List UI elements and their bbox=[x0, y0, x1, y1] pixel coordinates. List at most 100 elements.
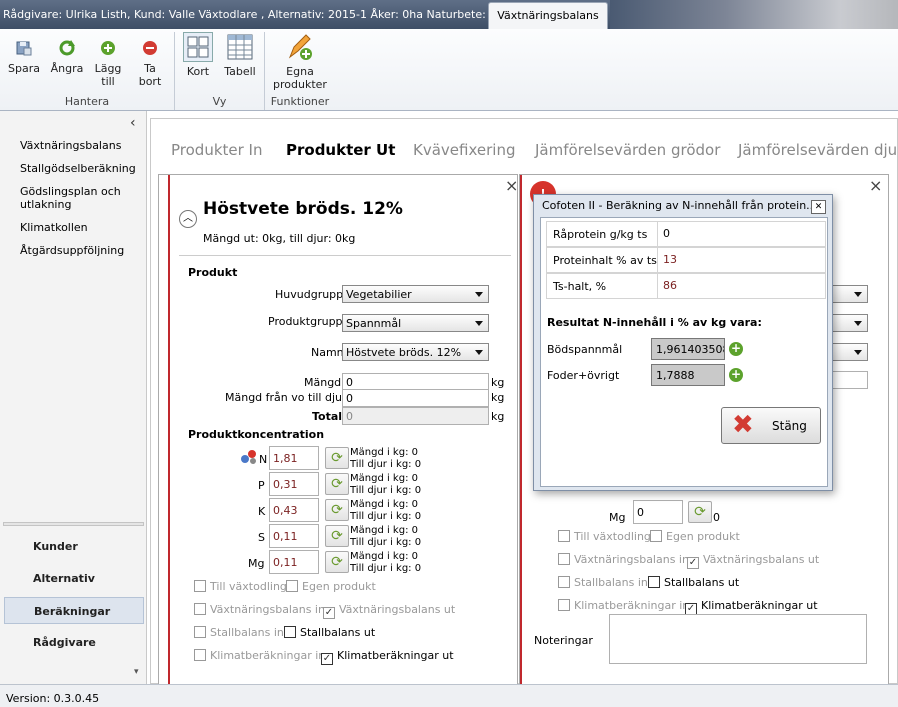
checkbox-box[interactable] bbox=[194, 626, 206, 638]
table-view-icon bbox=[225, 32, 255, 62]
tab-jamforelse-djur[interactable]: Jämförelsevärden djur bbox=[738, 141, 898, 159]
huvudgrupp-select[interactable]: Vegetabilier bbox=[342, 285, 489, 303]
card-view-button[interactable]: Kort bbox=[180, 32, 216, 78]
proteinhalt-input[interactable]: 13 bbox=[657, 248, 827, 272]
checkbox-label: Växtnäringsbalans in bbox=[574, 553, 689, 566]
checkbox-vnb-ut[interactable]: ✓ Växtnäringsbalans ut bbox=[687, 553, 819, 569]
window-tab[interactable]: Växtnäringsbalans bbox=[488, 2, 608, 29]
refresh-icon[interactable]: ⟳ bbox=[325, 447, 349, 469]
ribbon: Spara Ångra Lägg till Ta bort Kort Tabel… bbox=[0, 29, 898, 111]
nutrient-n-amount: Mängd i kg: 0 bbox=[350, 447, 418, 458]
sidebar: ‹ Växtnäringsbalans Stallgödselberäkning… bbox=[0, 111, 147, 684]
nutrient-mg-input[interactable]: 0 bbox=[633, 500, 683, 524]
select-partial[interactable] bbox=[828, 314, 868, 332]
save-button[interactable]: Spara bbox=[6, 37, 42, 75]
checkbox-klimat-ut[interactable]: ✓ Klimatberäkningar ut bbox=[685, 599, 818, 615]
plus-icon[interactable]: + bbox=[729, 342, 743, 356]
checkbox-box[interactable] bbox=[558, 553, 570, 565]
mangd-djur-input[interactable]: 0 bbox=[342, 389, 489, 407]
check-icon[interactable]: ✓ bbox=[321, 653, 333, 665]
checkbox-box[interactable] bbox=[558, 530, 570, 542]
checkbox-box[interactable] bbox=[558, 599, 570, 611]
checkbox-klimat-ut[interactable]: ✓ Klimatberäkningar ut bbox=[321, 649, 454, 665]
plus-icon[interactable]: + bbox=[729, 368, 743, 382]
checkbox-box[interactable] bbox=[194, 580, 206, 592]
card-close-icon[interactable]: × bbox=[505, 176, 518, 195]
refresh-icon[interactable]: ⟳ bbox=[325, 551, 349, 573]
checkbox-klimat-in[interactable]: Klimatberäkningar in bbox=[194, 649, 325, 662]
collapse-chevron-icon[interactable]: ︿ bbox=[179, 210, 197, 228]
input-partial[interactable] bbox=[828, 371, 868, 389]
checkbox-egen-produkt[interactable]: Egen produkt bbox=[286, 580, 376, 593]
checkbox-box[interactable] bbox=[648, 576, 660, 588]
tab-produkter-ut[interactable]: Produkter Ut bbox=[286, 141, 395, 159]
checkbox-box[interactable] bbox=[286, 580, 298, 592]
sidebar-splitter[interactable] bbox=[3, 522, 144, 526]
select-partial[interactable] bbox=[828, 343, 868, 361]
delete-button[interactable]: Ta bort bbox=[132, 37, 168, 88]
refresh-icon[interactable]: ⟳ bbox=[325, 473, 349, 495]
checkbox-vnb-ut[interactable]: ✓ Växtnäringsbalans ut bbox=[323, 603, 455, 619]
sidebar-item-godslingsplan[interactable]: Gödslingsplan och utlakning bbox=[20, 185, 130, 211]
checkbox-vnb-in[interactable]: Växtnäringsbalans in bbox=[194, 603, 325, 616]
card-close-icon[interactable]: × bbox=[869, 176, 882, 195]
raprotein-input[interactable]: 0 bbox=[657, 222, 827, 246]
sidebar-item-klimatkollen[interactable]: Klimatkollen bbox=[20, 221, 88, 234]
sidebar-item-atgardsuppfoljning[interactable]: Åtgärdsuppföljning bbox=[20, 244, 124, 257]
table-view-button[interactable]: Tabell bbox=[222, 32, 258, 78]
close-dialog-button[interactable]: ✖ Stäng bbox=[721, 407, 821, 444]
sidebar-item-vaxtnaringsbalans[interactable]: Växtnäringsbalans bbox=[20, 139, 121, 152]
pencil-add-icon bbox=[285, 32, 315, 62]
own-products-button[interactable]: Egna produkter bbox=[268, 32, 332, 91]
dialog-close-icon[interactable]: ✕ bbox=[811, 200, 826, 214]
table-view-label: Tabell bbox=[224, 65, 256, 78]
nutrient-mg-animal: Till djur i kg: 0 bbox=[350, 563, 422, 574]
checkbox-box[interactable] bbox=[194, 603, 206, 615]
tab-jamforelse-grodor[interactable]: Jämförelsevärden grödor bbox=[535, 141, 720, 159]
checkbox-vnb-in[interactable]: Växtnäringsbalans in bbox=[558, 553, 689, 566]
checkbox-till-vaxtodling[interactable]: Till växtodling bbox=[194, 580, 287, 593]
add-button[interactable]: Lägg till bbox=[90, 37, 126, 88]
checkbox-stall-ut[interactable]: Stallbalans ut bbox=[284, 626, 375, 639]
nutrient-n-input[interactable]: 1,81 bbox=[269, 446, 319, 470]
tab-produkter-in[interactable]: Produkter In bbox=[171, 141, 263, 159]
checkbox-box[interactable] bbox=[194, 649, 206, 661]
nav-alternativ[interactable]: Alternativ bbox=[4, 565, 144, 592]
checkbox-till-vaxtodling[interactable]: Till växtodling bbox=[558, 530, 651, 543]
nutrient-mg-input[interactable]: 0,11 bbox=[269, 550, 319, 574]
ts-halt-input[interactable]: 86 bbox=[657, 274, 827, 298]
checkbox-stall-ut[interactable]: Stallbalans ut bbox=[648, 576, 739, 589]
namn-select[interactable]: Höstvete bröds. 12% bbox=[342, 343, 489, 361]
sidebar-collapse-icon[interactable]: ‹ bbox=[130, 115, 136, 131]
checkbox-box[interactable] bbox=[284, 626, 296, 638]
check-icon[interactable]: ✓ bbox=[323, 607, 335, 619]
result-brodspannmal-label: Bödspannmål bbox=[547, 343, 623, 356]
proteinhalt-label: Proteinhalt % av ts bbox=[553, 254, 657, 267]
dialog-row: Proteinhalt % av ts 13 bbox=[546, 247, 826, 273]
checkbox-stall-in[interactable]: Stallbalans in bbox=[558, 576, 648, 589]
select-partial[interactable] bbox=[828, 285, 868, 303]
checkbox-klimat-in[interactable]: Klimatberäkningar in bbox=[558, 599, 689, 612]
refresh-icon[interactable]: ⟳ bbox=[325, 499, 349, 521]
nutrient-k-input[interactable]: 0,43 bbox=[269, 498, 319, 522]
noteringar-textarea[interactable] bbox=[609, 614, 867, 664]
undo-button[interactable]: Ångra bbox=[48, 37, 86, 75]
tab-kvavefixering[interactable]: Kvävefixering bbox=[413, 141, 515, 159]
nav-radgivare[interactable]: Rådgivare bbox=[4, 629, 144, 656]
refresh-icon[interactable]: ⟳ bbox=[688, 501, 712, 523]
check-icon[interactable]: ✓ bbox=[687, 557, 699, 569]
nav-berakningar[interactable]: Beräkningar bbox=[4, 597, 144, 624]
refresh-icon[interactable]: ⟳ bbox=[325, 525, 349, 547]
sidebar-item-stallgodsel[interactable]: Stallgödselberäkning bbox=[20, 162, 136, 175]
checkbox-egen-produkt[interactable]: Egen produkt bbox=[650, 530, 740, 543]
sidebar-dropdown-icon[interactable]: ▾ bbox=[134, 667, 139, 677]
checkbox-stall-in[interactable]: Stallbalans in bbox=[194, 626, 284, 639]
nutrient-s-input[interactable]: 0,11 bbox=[269, 524, 319, 548]
checkbox-box[interactable] bbox=[650, 530, 662, 542]
checkbox-box[interactable] bbox=[558, 576, 570, 588]
nutrient-p-input[interactable]: 0,31 bbox=[269, 472, 319, 496]
nav-kunder[interactable]: Kunder bbox=[4, 533, 144, 560]
undo-label: Ångra bbox=[50, 62, 84, 75]
nutrient-mg-amount: 0 bbox=[713, 511, 720, 524]
produktgrupp-select[interactable]: Spannmål bbox=[342, 314, 489, 332]
